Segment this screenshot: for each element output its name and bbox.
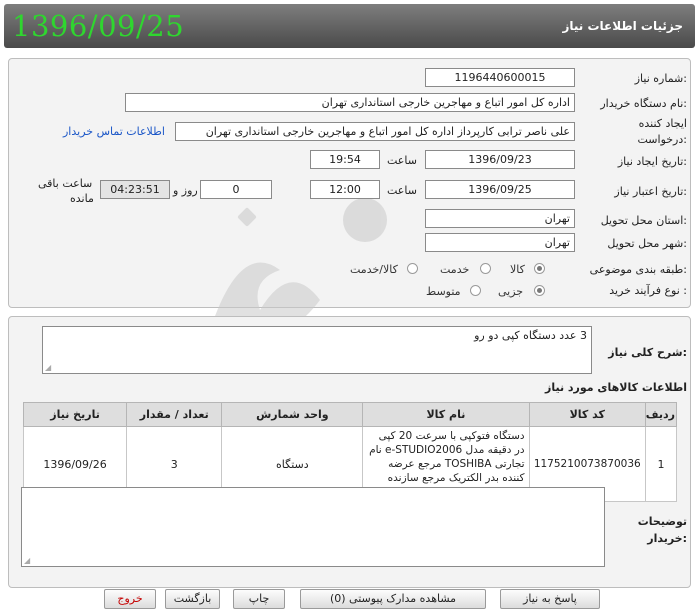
created-time-label: ساعت (387, 154, 417, 167)
validity-date-field: 1396/09/25 (425, 180, 575, 199)
process-option-medium: متوسط (426, 285, 461, 298)
buyer-notes-resize-grip[interactable]: ◢ (24, 557, 32, 565)
buyer-notes-label-line1: توضیحات (637, 515, 687, 528)
validity-time-label: ساعت (387, 184, 417, 197)
description-text: 3 عدد دستگاه کپی دو رو (474, 329, 587, 342)
requester-label-line1: ایجاد کننده (638, 117, 687, 130)
category-radio-goods-service[interactable] (407, 263, 418, 274)
column-header-date: تاریخ نیاز (22, 402, 128, 427)
created-date-label: تاریخ ایجاد نیاز: (617, 155, 687, 168)
requester-field: علی ناصر ترابی کارپرداز اداره کل امور ات… (175, 122, 575, 141)
column-header-qty: تعداد / مقدار (126, 402, 223, 427)
category-option-service: خدمت (440, 263, 470, 276)
process-option-minor: جزیی (498, 285, 524, 298)
days-label: روز و (173, 184, 198, 197)
header-date: 1396/09/25 (12, 9, 185, 43)
created-date-field: 1396/09/23 (425, 150, 575, 169)
exit-button[interactable]: خروج (104, 589, 156, 609)
requester-label-line2: درخواست: (637, 133, 688, 146)
process-radio-minor[interactable] (534, 285, 545, 296)
column-header-code: کد کالا (528, 402, 646, 427)
column-header-unit: واحد شمارش (221, 402, 364, 427)
buyer-notes-textarea[interactable] (21, 487, 605, 567)
category-radio-service[interactable] (480, 263, 491, 274)
remaining-days-field: 0 (200, 180, 272, 199)
reply-to-need-button[interactable]: پاسخ به نیاز (500, 589, 600, 609)
category-option-goods: کالا (510, 263, 525, 276)
remaining-label-line2: مانده (70, 192, 94, 205)
items-section-title: اطلاعات کالاهای مورد نیاز (545, 381, 687, 394)
print-button[interactable]: چاپ (233, 589, 285, 609)
category-radio-goods[interactable] (534, 263, 545, 274)
created-time-field: 19:54 (310, 150, 380, 169)
remaining-time-field: 04:23:51 (100, 180, 170, 199)
need-number-label: شماره نیاز: (634, 72, 687, 85)
description-label: شرح کلی نیاز: (608, 346, 687, 359)
process-label: نوع فرآیند خرید : (609, 284, 687, 297)
category-option-goods-service: کالا/خدمت (350, 263, 398, 276)
buyer-label: نام دستگاه خریدار: (600, 97, 687, 110)
description-resize-grip[interactable]: ◢ (45, 364, 53, 372)
buyer-notes-label-line2: خریدار: (647, 532, 687, 545)
process-radio-medium[interactable] (470, 285, 481, 296)
view-attachments-button[interactable]: مشاهده مدارک پیوستی (0) (300, 589, 486, 609)
category-label: طبقه بندی موضوعی: (589, 263, 687, 276)
city-field: تهران (425, 233, 575, 252)
description-textarea[interactable]: 3 عدد دستگاه کپی دو رو (42, 326, 592, 374)
column-header-row: ردیف (644, 402, 678, 427)
page-title: جزئیات اطلاعات نیاز (562, 19, 683, 33)
validity-date-label: تاریخ اعتبار نیاز: (614, 185, 687, 198)
column-header-name: نام کالا (362, 402, 530, 427)
cell-row-number: 1 (644, 426, 678, 502)
province-field: تهران (425, 209, 575, 228)
province-label: استان محل تحویل: (600, 214, 687, 227)
need-number-field: 1196440600015 (425, 68, 575, 87)
buyer-contact-link[interactable]: اطلاعات تماس خریدار (63, 125, 165, 138)
remaining-label-line1: ساعت باقی (38, 177, 93, 190)
city-label: شهر محل تحویل: (607, 237, 687, 250)
buyer-field: اداره کل امور اتباع و مهاجرین خارجی استا… (125, 93, 575, 112)
items-table-header: ردیف کد کالا نام کالا واحد شمارش تعداد /… (22, 402, 678, 427)
validity-time-field: 12:00 (310, 180, 380, 199)
back-button[interactable]: بازگشت (165, 589, 220, 609)
page-header: 1396/09/25 جزئیات اطلاعات نیاز (4, 4, 695, 48)
